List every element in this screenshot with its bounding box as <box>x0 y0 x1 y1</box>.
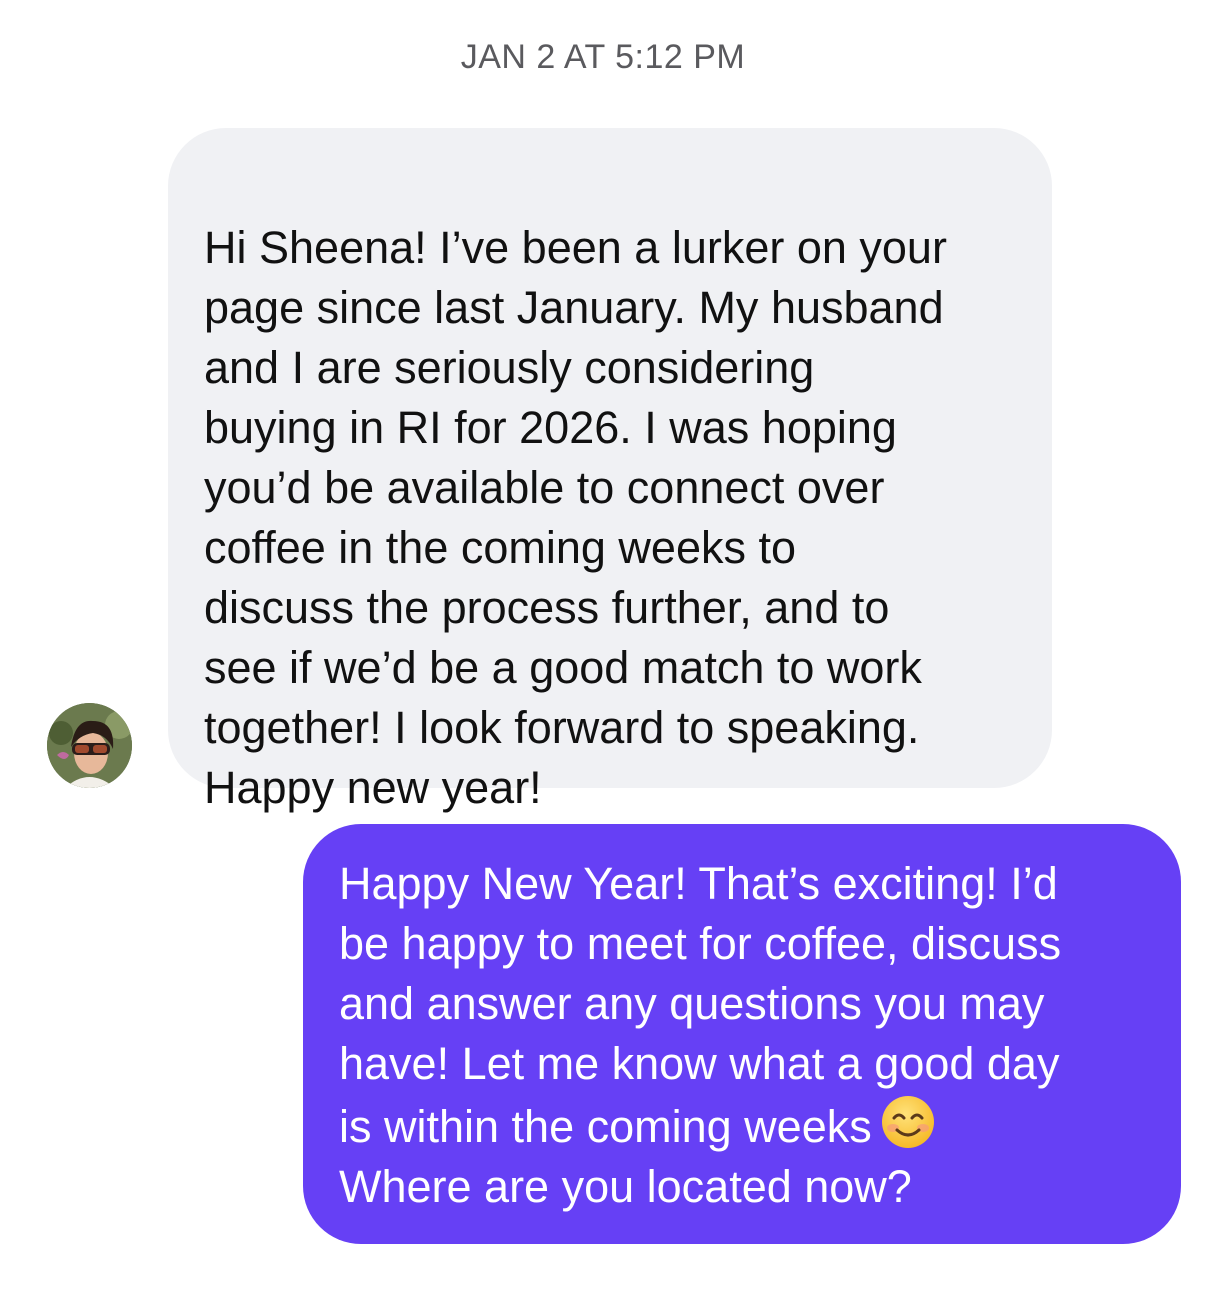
smiling-face-icon <box>881 1096 934 1148</box>
incoming-message-text: Hi Sheena! I’ve been a lurker on your pa… <box>204 222 947 813</box>
message-timestamp: JAN 2 AT 5:12 PM <box>460 38 746 76</box>
incoming-message-bubble[interactable]: Hi Sheena! I’ve been a lurker on your pa… <box>168 128 1052 813</box>
outgoing-message-text-end: Where are you located now? <box>339 1161 912 1212</box>
sender-avatar[interactable] <box>47 703 132 788</box>
outgoing-message-bubble[interactable]: Happy New Year! That’s exciting! I’d be … <box>303 824 1181 1244</box>
outgoing-message-text: Happy New Year! That’s exciting! I’d be … <box>339 858 1062 1152</box>
avatar-photo <box>47 703 132 788</box>
